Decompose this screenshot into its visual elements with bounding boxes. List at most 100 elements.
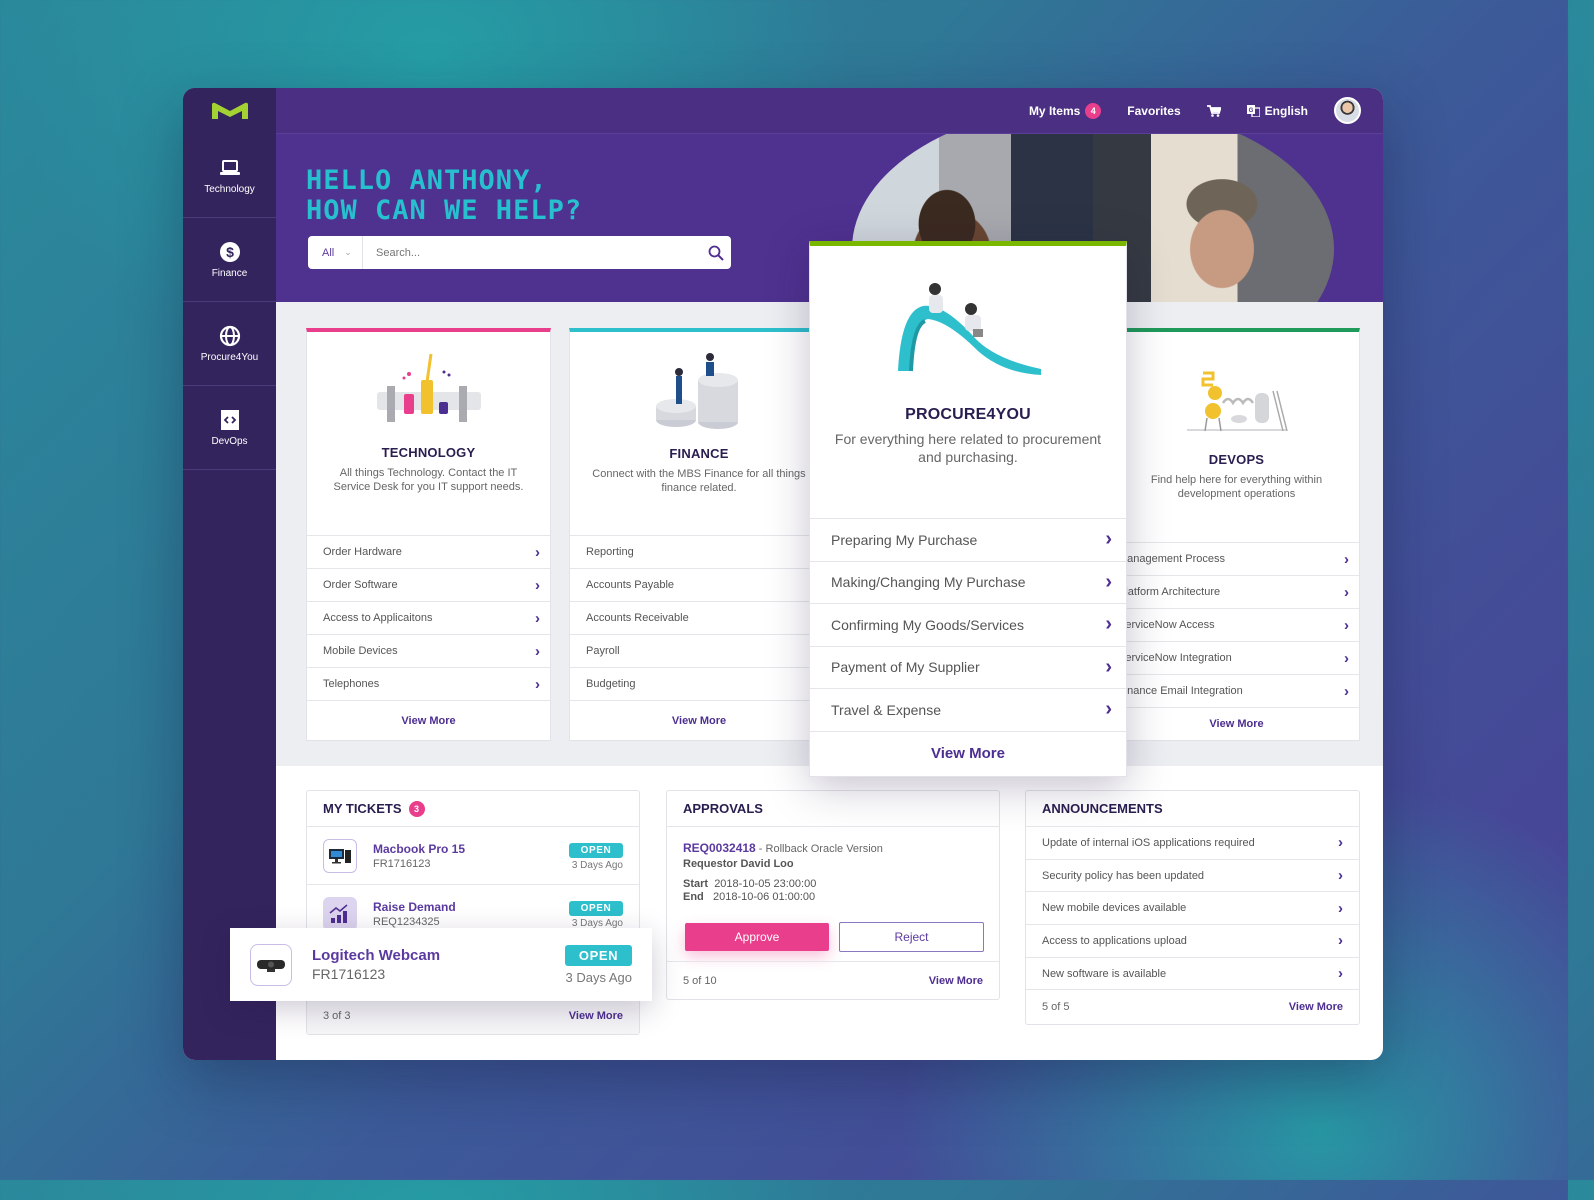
widget-header: APPROVALS xyxy=(667,791,999,827)
devops-illustration xyxy=(1114,332,1359,438)
language-selector[interactable]: G English xyxy=(1246,104,1308,118)
svg-text:G: G xyxy=(1248,108,1253,114)
card-link[interactable]: Payment of My Supplier › xyxy=(810,645,1126,689)
chevron-right-icon: › xyxy=(1105,570,1112,593)
view-more-link[interactable]: View More xyxy=(307,700,550,740)
search-scope-value: All xyxy=(322,246,335,259)
top-bar: My Items 4 Favorites G English xyxy=(276,88,1383,134)
favorites-link[interactable]: Favorites xyxy=(1127,104,1180,118)
view-more-link[interactable]: View More xyxy=(1289,1001,1343,1013)
card-link[interactable]: Accounts Receivable› xyxy=(570,601,828,634)
widget-footer: 3 of 3 View More xyxy=(307,998,639,1034)
card-link[interactable]: Payroll› xyxy=(570,634,828,667)
search-input[interactable] xyxy=(363,246,701,259)
ticket-age: 3 Days Ago xyxy=(571,860,623,871)
svg-text:$: $ xyxy=(226,244,234,260)
card-link-label: Order Hardware xyxy=(323,546,402,558)
request-id-link[interactable]: REQ0032418 xyxy=(683,841,756,855)
pagination-label: 5 of 5 xyxy=(1042,1000,1070,1013)
tickets-count-badge: 3 xyxy=(408,800,425,817)
chevron-right-icon: › xyxy=(535,642,540,660)
card-link[interactable]: Accounts Payable› xyxy=(570,568,828,601)
card-link-list: Order Hardware › Order Software › Access t… xyxy=(307,535,550,740)
ticket-id: REQ1234325 xyxy=(373,915,440,928)
category-card-devops: DEVOPS Find help here for everything wit… xyxy=(1113,328,1360,741)
announcement-item[interactable]: New mobile devices available › xyxy=(1026,892,1359,926)
card-link-label: Order Software xyxy=(323,579,398,591)
widget-title: APPROVALS xyxy=(683,801,763,816)
chevron-right-icon: › xyxy=(535,609,540,627)
card-link-label: ServiceNow Integration xyxy=(1118,652,1232,664)
card-title: TECHNOLOGY xyxy=(381,445,476,460)
my-items-link[interactable]: My Items 4 xyxy=(1028,102,1102,119)
end-label: End xyxy=(683,891,704,903)
card-link[interactable]: Reporting› xyxy=(570,535,828,568)
card-link-label: Reporting xyxy=(586,546,634,558)
announcement-label: Update of internal iOS applications requ… xyxy=(1042,836,1255,849)
card-link-label: Travel & Expense xyxy=(831,701,941,718)
search-button[interactable] xyxy=(701,245,731,261)
view-more-link[interactable]: View More xyxy=(810,730,1126,775)
view-more-link[interactable]: View More xyxy=(929,975,983,987)
chevron-right-icon: › xyxy=(1338,965,1343,983)
search-scope-dropdown[interactable]: All ⌄ xyxy=(308,236,363,269)
brand-logo[interactable] xyxy=(183,88,276,134)
card-title: PROCURE4YOU xyxy=(905,406,1031,423)
card-link[interactable]: Order Hardware › xyxy=(307,535,550,568)
card-link-list: Preparing My Purchase › Making/Changing M… xyxy=(810,518,1126,775)
my-items-label: My Items xyxy=(1028,103,1081,118)
coins-people-icon xyxy=(656,353,738,429)
card-link[interactable]: Order Software › xyxy=(307,568,550,601)
sidebar-item-finance[interactable]: $ Finance xyxy=(183,218,276,302)
reject-button[interactable]: Reject xyxy=(839,922,984,952)
view-more-link[interactable]: View More xyxy=(569,1010,623,1022)
card-link[interactable]: ServiceNow Access › xyxy=(1114,608,1359,641)
view-more-link[interactable]: View More xyxy=(570,700,828,740)
sidebar-item-label: Finance xyxy=(211,267,248,279)
procure4you-illustration xyxy=(810,246,1126,376)
sidebar-item-technology[interactable]: Technology xyxy=(183,134,276,218)
announcement-label: New mobile devices available xyxy=(1042,902,1187,915)
card-link[interactable]: Platform Architecture › xyxy=(1114,575,1359,608)
card-link-label: Management Process xyxy=(1118,553,1225,565)
end-value: 2018-10-06 01:00:00 xyxy=(713,891,816,903)
ticket-item-highlighted[interactable]: Logitech Webcam FR1716123 OPEN 3 Days Ag… xyxy=(230,928,652,1001)
start-label: Start xyxy=(683,878,709,890)
chevron-right-icon: › xyxy=(535,576,540,594)
chevron-right-icon: › xyxy=(1105,698,1112,721)
chevron-right-icon: › xyxy=(1344,550,1349,568)
card-title: FINANCE xyxy=(669,446,729,461)
card-link[interactable]: Preparing My Purchase › xyxy=(810,518,1126,561)
card-link[interactable]: Management Process › xyxy=(1114,542,1359,575)
view-more-link[interactable]: View More xyxy=(1114,707,1359,740)
chevron-right-icon: › xyxy=(1338,899,1343,917)
announcement-item[interactable]: Update of internal iOS applications requ… xyxy=(1026,827,1359,860)
end-row: End 2018-10-06 01:00:00 xyxy=(683,891,883,903)
card-link[interactable]: Finance Email Integration › xyxy=(1114,674,1359,707)
card-link[interactable]: Travel & Expense › xyxy=(810,688,1126,731)
sidebar-item-procure4you[interactable]: Procure4You xyxy=(183,302,276,386)
ticket-item[interactable]: Macbook Pro 15 FR1716123 OPEN 3 Days Ago xyxy=(307,827,639,885)
card-link[interactable]: ServiceNow Integration › xyxy=(1114,641,1359,674)
approve-button[interactable]: Approve xyxy=(685,923,829,951)
announcement-item[interactable]: Access to applications upload › xyxy=(1026,925,1359,958)
chart-trend-icon xyxy=(323,896,357,931)
card-link[interactable]: Access to Applicaitons › xyxy=(307,601,550,634)
chevron-right-icon: › xyxy=(1344,682,1349,700)
user-avatar[interactable] xyxy=(1334,97,1361,124)
announcement-item[interactable]: Security policy has been updated › xyxy=(1026,860,1359,893)
card-link[interactable]: Making/Changing My Purchase › xyxy=(810,560,1126,604)
card-link[interactable]: Telephones › xyxy=(307,667,550,700)
card-link[interactable]: Confirming My Goods/Services › xyxy=(810,603,1126,646)
dollar-icon: $ xyxy=(219,241,241,263)
sidebar-item-devops[interactable]: DevOps xyxy=(183,386,276,470)
ticket-id: FR1716123 xyxy=(312,966,386,982)
start-value: 2018-10-05 23:00:00 xyxy=(714,878,817,890)
requestor: Requestor David Loo xyxy=(683,858,794,870)
cart-button[interactable] xyxy=(1206,104,1221,117)
globe-icon xyxy=(219,325,241,347)
ticket-id: FR1716123 xyxy=(373,857,431,870)
announcement-item[interactable]: New software is available › xyxy=(1026,958,1359,991)
card-link[interactable]: Budgeting› xyxy=(570,667,828,700)
card-link[interactable]: Mobile Devices › xyxy=(307,634,550,667)
